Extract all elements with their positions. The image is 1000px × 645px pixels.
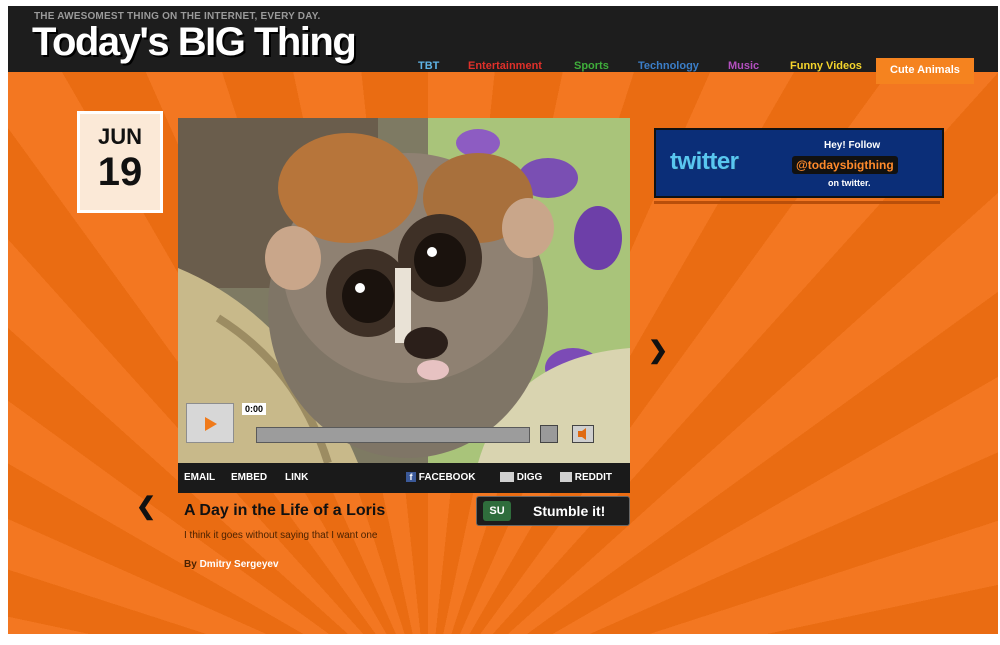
site-logo[interactable]: Today's BIG Thing — [32, 20, 357, 65]
previous-post-arrow-icon[interactable]: ❮ — [136, 492, 156, 521]
twitter-hey-text: Hey! Follow — [824, 140, 881, 151]
author-link[interactable]: Dmitry Sergeyev — [200, 559, 279, 570]
play-button[interactable] — [186, 403, 234, 443]
reddit-label: REDDIT — [574, 472, 613, 483]
facebook-icon: f — [406, 472, 416, 483]
twitter-handle: @todaysbigthing — [792, 156, 898, 174]
share-email-link[interactable]: EMAIL — [184, 472, 215, 483]
date-month: JUN — [97, 124, 142, 149]
reddit-icon — [560, 472, 572, 483]
twitter-on-text: on twitter. — [828, 178, 871, 188]
article-title[interactable]: A Day in the Life of a Loris — [184, 502, 385, 520]
article-byline: By Dmitry Sergeyev — [184, 559, 279, 570]
stumbleupon-icon: SU — [483, 501, 511, 521]
byline-prefix: By — [184, 559, 197, 570]
share-embed-link[interactable]: EMBED — [231, 472, 267, 483]
video-share-bar: EMAIL EMBED LINK f FACEBOOK DIGG REDDIT — [178, 463, 630, 493]
fullscreen-button[interactable] — [540, 425, 558, 443]
twitter-logo: twitter — [670, 148, 739, 175]
speaker-icon — [578, 428, 586, 440]
share-facebook-link[interactable]: f FACEBOOK — [406, 472, 475, 483]
digg-icon — [500, 472, 514, 483]
post-date: JUN 19 — [80, 114, 160, 210]
nav-item-entertainment[interactable]: Entertainment — [468, 60, 542, 72]
nav-item-sports[interactable]: Sports — [574, 60, 609, 72]
stumble-label: Stumble it! — [533, 503, 606, 519]
twitter-follow-banner[interactable]: twitter Hey! Follow @todaysbigthing on t… — [654, 128, 944, 198]
nav-item-technology[interactable]: Technology — [638, 60, 699, 72]
share-digg-link[interactable]: DIGG — [500, 472, 542, 483]
stumble-it-button[interactable]: SU Stumble it! — [476, 496, 630, 526]
share-reddit-link[interactable]: REDDIT — [560, 472, 612, 483]
nav-item-tbt[interactable]: TBT — [418, 60, 439, 72]
video-progress-bar[interactable] — [256, 427, 530, 443]
play-icon — [205, 417, 217, 431]
share-link-link[interactable]: LINK — [285, 472, 308, 483]
facebook-label: FACEBOOK — [418, 472, 476, 483]
digg-label: DIGG — [516, 472, 543, 483]
volume-button[interactable] — [572, 425, 594, 443]
video-player[interactable]: 0:00 — [178, 118, 630, 463]
next-post-arrow-icon[interactable]: ❯ — [648, 336, 668, 365]
nav-item-cute-animals[interactable]: Cute Animals — [876, 58, 974, 84]
video-time: 0:00 — [242, 403, 267, 415]
video-controls: 0:00 — [186, 403, 626, 443]
nav-item-music[interactable]: Music — [728, 60, 759, 72]
article-excerpt: I think it goes without saying that I wa… — [184, 530, 378, 541]
date-day: 19 — [97, 150, 143, 194]
nav-item-funny-videos[interactable]: Funny Videos — [790, 60, 862, 72]
twitter-divider — [654, 201, 940, 204]
page-background: THE AWESOMEST THING ON THE INTERNET, EVE… — [8, 6, 998, 634]
